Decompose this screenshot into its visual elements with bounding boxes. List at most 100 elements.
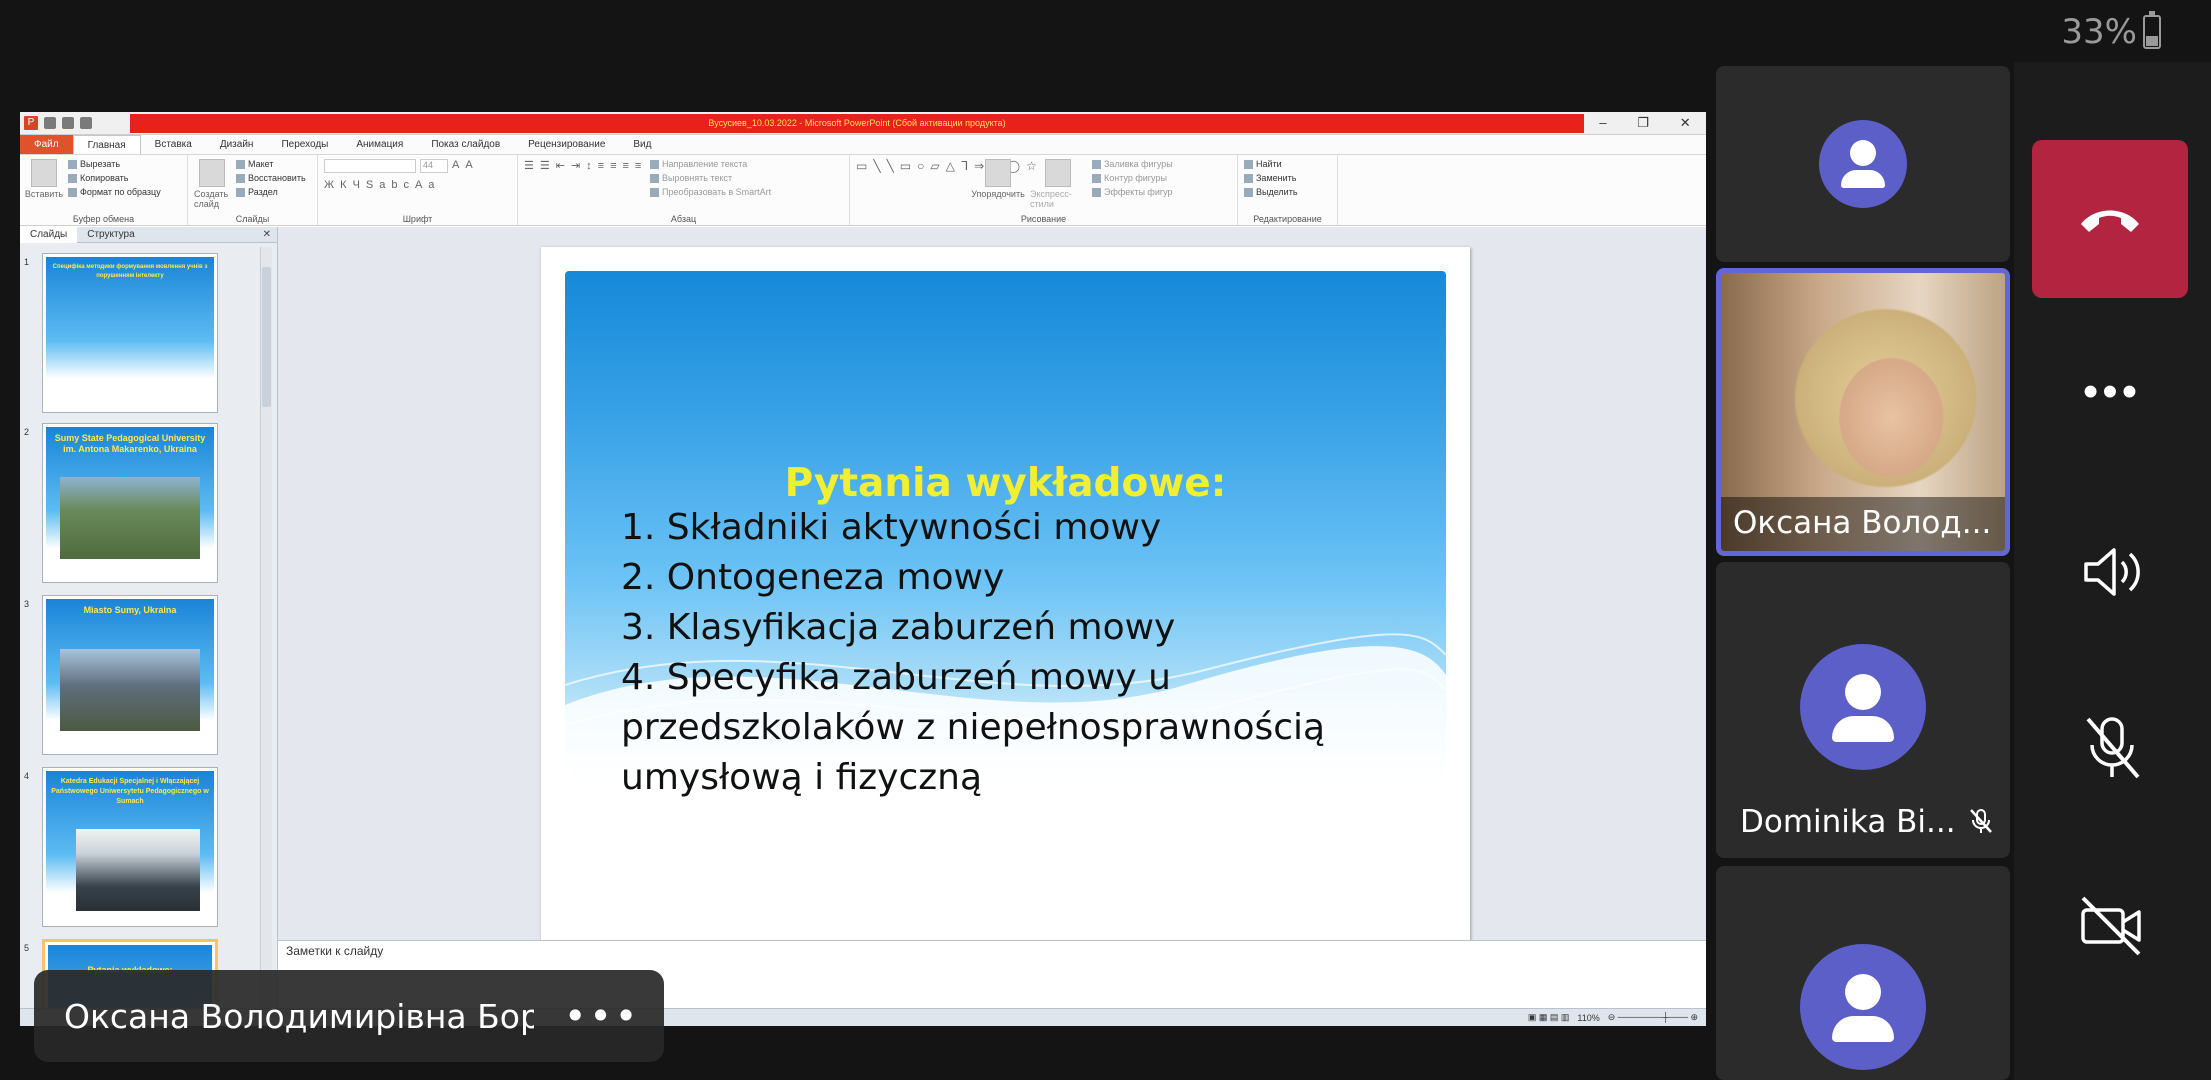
tab-insert[interactable]: Вставка (141, 135, 206, 154)
slide-thumbnail-3[interactable]: Miasto Sumy, Ukraina (42, 595, 218, 755)
save-icon[interactable] (44, 117, 56, 129)
slide-thumbnail-4[interactable]: Katedra Edukacji Specjalnej i Włączające… (42, 767, 218, 927)
group-photo (76, 829, 200, 911)
powerpoint-logo-icon: P (24, 116, 38, 130)
section-icon (236, 188, 245, 198)
thumb-number: 3 (24, 599, 30, 609)
window-title: Вусусиев_10.03.2022 - Microsoft PowerPoi… (130, 113, 1584, 133)
copy-button[interactable]: Копировать (68, 173, 161, 184)
select-button[interactable]: Выделить (1244, 187, 1298, 198)
effects-icon (1092, 188, 1101, 198)
battery-percent: 33% (2061, 12, 2137, 52)
font-format-icons[interactable]: ЖКЧSabcAa (324, 179, 504, 191)
participants-panel: Оксана Волод... Dominika Bi... (1716, 62, 2010, 1080)
new-slide-icon (199, 159, 225, 187)
participant-name: Dominika Bi... (1740, 804, 1956, 840)
slides-scrollbar[interactable] (260, 247, 272, 1022)
minimize-icon[interactable]: – (1599, 115, 1606, 131)
zoom-slider[interactable]: ⊖ ───────┼─── ⊕ (1608, 1012, 1698, 1023)
tab-outline[interactable]: Структура (77, 227, 144, 243)
avatar-icon (1819, 120, 1907, 208)
participant-tile[interactable]: Dominika Bi... (1716, 562, 2010, 858)
more-options-button[interactable]: ••• (2062, 352, 2162, 432)
font-size-field[interactable]: 44 (420, 159, 448, 173)
select-icon (1244, 188, 1253, 198)
slide-list-item: 4. Specyfika zaburzeń mowy u przedszkola… (621, 657, 1337, 798)
call-controls: ••• (2014, 62, 2211, 1080)
hang-up-button[interactable] (2032, 140, 2188, 298)
font-group: 44 AA ЖКЧSabcAa Шрифт (318, 155, 518, 225)
tab-animations[interactable]: Анимация (342, 135, 417, 154)
participant-tile[interactable] (1716, 866, 2010, 1080)
thumb-number: 2 (24, 427, 30, 437)
tab-transitions[interactable]: Переходы (267, 135, 342, 154)
paragraph-format-icons[interactable]: ☰☰⇤⇥↕≡≡≡≡ (524, 159, 644, 211)
section-button[interactable]: Раздел (236, 187, 306, 198)
cut-button[interactable]: Вырезать (68, 159, 161, 170)
participant-video-tile[interactable]: Оксана Волод... (1716, 268, 2010, 556)
reset-button[interactable]: Восстановить (236, 173, 306, 184)
call-screen: 33% P Вусусиев_10.03.2022 - Microsoft Po… (0, 0, 2211, 1080)
tab-file[interactable]: Файл (20, 135, 73, 154)
slides-group-label: Слайды (235, 214, 270, 224)
video-off-icon (2081, 896, 2141, 956)
redo-icon[interactable] (80, 117, 92, 129)
thumb-title: Katedra Edukacji Specjalnej i Włączające… (51, 778, 209, 805)
arrange-button[interactable]: Упорядочить (971, 159, 1025, 211)
thumb-number: 4 (24, 771, 30, 781)
layout-button[interactable]: Макет (236, 159, 306, 170)
shape-effects-button[interactable]: Эффекты фигур (1092, 187, 1173, 198)
tab-view[interactable]: Вид (619, 135, 665, 154)
undo-icon[interactable] (62, 117, 74, 129)
shapes-gallery[interactable]: ▭╲╲▭○▱△ᒣ⇒⬠◯☆ (856, 159, 1037, 211)
panel-close-icon[interactable]: ✕ (263, 229, 277, 240)
presenter-more-icon[interactable]: ••• (564, 994, 640, 1038)
tab-slides[interactable]: Слайды (20, 226, 78, 243)
tab-design[interactable]: Дизайн (206, 135, 268, 154)
quick-styles-button[interactable]: Экспресс-стили (1030, 159, 1086, 211)
notes-placeholder: Заметки к слайду (286, 944, 384, 958)
tab-home[interactable]: Главная (72, 135, 141, 154)
paste-icon (31, 159, 57, 187)
clipboard-group-label: Буфер обмена (72, 214, 135, 224)
tab-slideshow[interactable]: Показ слайдов (417, 135, 514, 154)
battery-icon (2143, 11, 2161, 49)
shape-outline-button[interactable]: Контур фигуры (1092, 173, 1173, 184)
font-grow-shrink-icons[interactable]: AA (452, 159, 479, 173)
ribbon: Вставить Вырезать Копировать Формат по о… (20, 155, 1706, 226)
mute-button[interactable] (2062, 708, 2162, 788)
close-icon[interactable]: ✕ (1680, 115, 1691, 131)
slide-thumbnail-1[interactable]: Специфіка методики формування мовлення у… (42, 253, 218, 413)
paste-button[interactable]: Вставить (25, 159, 63, 211)
align-text-button[interactable]: Выровнять текст (650, 173, 771, 184)
text-direction-button[interactable]: Направление текста (650, 159, 771, 170)
avatar-icon (1800, 644, 1926, 770)
restore-icon[interactable]: ❐ (1637, 115, 1649, 131)
drawing-group: ▭╲╲▭○▱△ᒣ⇒⬠◯☆ Упорядочить Экспресс-стили … (850, 155, 1238, 225)
shape-fill-button[interactable]: Заливка фигуры (1092, 159, 1173, 170)
copy-icon (68, 174, 77, 184)
ppt-title-bar: P Вусусиев_10.03.2022 - Microsoft PowerP… (20, 112, 1706, 135)
zoom-level[interactable]: 110% (1577, 1013, 1599, 1023)
new-slide-button[interactable]: Создать слайд (194, 159, 230, 211)
shared-screen: P Вусусиев_10.03.2022 - Microsoft PowerP… (20, 112, 1706, 1026)
smartart-button[interactable]: Преобразовать в SmartArt (650, 187, 771, 198)
scissors-icon (68, 160, 77, 170)
tab-review[interactable]: Рецензирование (514, 135, 619, 154)
participant-tile[interactable] (1716, 66, 2010, 262)
smartart-icon (650, 188, 659, 198)
speaker-icon (2084, 548, 2140, 596)
speaker-button[interactable] (2062, 532, 2162, 612)
thumb-title: Специфіка методики формування мовлення у… (52, 264, 208, 279)
view-buttons[interactable]: ▣ ▦ ▤ ▥ (1528, 1012, 1570, 1023)
avatar-icon (1800, 944, 1926, 1070)
slide-thumbnail-2[interactable]: Sumy State Pedagogical University im. An… (42, 423, 218, 583)
font-name-field[interactable] (324, 159, 416, 173)
format-painter-button[interactable]: Формат по образцу (68, 187, 161, 198)
presenter-label: Оксана Володимирівна Бор... ••• (34, 970, 664, 1062)
current-slide[interactable]: Pytania wykładowe: 1. Składniki aktywnoś… (541, 247, 1470, 945)
camera-button[interactable] (2062, 886, 2162, 966)
replace-button[interactable]: Заменить (1244, 173, 1298, 184)
quick-styles-icon (1045, 159, 1071, 187)
find-button[interactable]: Найти (1244, 159, 1298, 170)
